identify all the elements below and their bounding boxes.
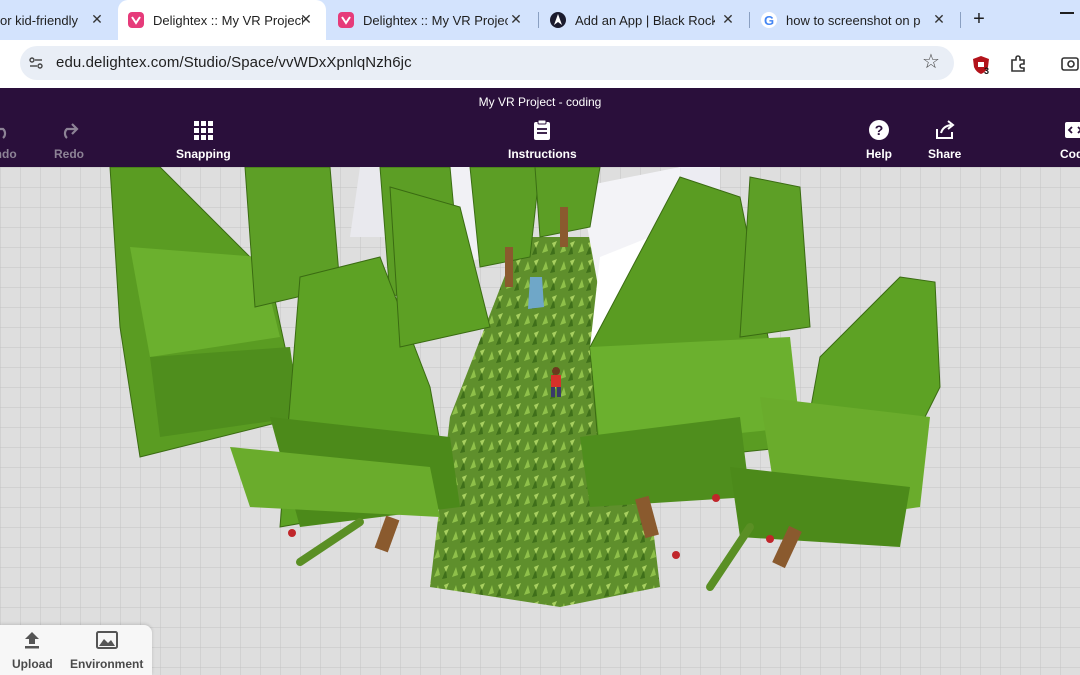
search-tabs-icon[interactable] xyxy=(1060,54,1080,74)
site-info-icon[interactable] xyxy=(28,55,44,71)
share-icon xyxy=(935,120,955,139)
svg-text:?: ? xyxy=(875,122,884,138)
instructions-button[interactable]: Instructions xyxy=(508,118,577,161)
close-tab-icon[interactable]: ✕ xyxy=(89,11,105,27)
tab-title: how to screenshot on pc xyxy=(786,12,921,28)
app-header: My VR Project - coding Undo Redo Snappin… xyxy=(0,88,1080,167)
extensions-puzzle-icon[interactable] xyxy=(1008,54,1028,74)
close-tab-icon[interactable]: ✕ xyxy=(508,11,524,27)
minimize-window-icon[interactable] xyxy=(1060,12,1074,14)
tab-separator xyxy=(749,12,750,28)
url-text[interactable]: edu.delightex.com/Studio/Space/vvWDxXpnl… xyxy=(56,54,412,71)
code-label: Code xyxy=(1060,147,1080,161)
close-tab-icon[interactable]: ✕ xyxy=(931,11,947,27)
clipboard-icon xyxy=(534,119,551,140)
browser-tab[interactable]: or kid-friendly ✕ xyxy=(0,0,118,40)
browser-tab-strip: or kid-friendly ✕ Delightex :: My VR Pro… xyxy=(0,0,1080,40)
tab-title: Delightex :: My VR Project xyxy=(153,12,303,28)
tab-title: or kid-friendly xyxy=(0,12,79,28)
redo-icon xyxy=(63,123,79,139)
extension-badge: 3 xyxy=(984,66,990,76)
share-button[interactable]: Share xyxy=(928,118,961,161)
blue-crystal xyxy=(528,277,544,309)
tab-separator xyxy=(960,12,961,28)
code-icon xyxy=(1065,122,1080,138)
browser-tab[interactable]: G how to screenshot on pc ✕ xyxy=(751,0,959,40)
environment-button[interactable]: Environment xyxy=(70,629,143,671)
browser-tab[interactable]: Delightex :: My VR Project ✕ xyxy=(328,0,536,40)
grid-icon xyxy=(194,121,214,140)
redo-button[interactable]: Redo xyxy=(54,118,84,161)
tab-title: Add an App | Black Rocket xyxy=(575,12,715,28)
instructions-label: Instructions xyxy=(508,147,577,161)
undo-label: Undo xyxy=(0,147,17,161)
bookmark-star-icon[interactable]: ☆ xyxy=(920,51,942,73)
upload-label: Upload xyxy=(12,657,53,671)
delightex-icon xyxy=(338,12,354,28)
code-button[interactable]: Code xyxy=(1060,118,1080,161)
redo-label: Redo xyxy=(54,147,84,161)
snapping-label: Snapping xyxy=(176,147,231,161)
share-label: Share xyxy=(928,147,962,161)
browser-toolbar: edu.delightex.com/Studio/Space/vvWDxXpnl… xyxy=(0,40,1080,88)
3d-scene-viewport[interactable] xyxy=(0,167,1080,675)
upload-icon xyxy=(25,632,40,649)
project-title: My VR Project - coding xyxy=(478,95,602,109)
undo-button[interactable]: Undo xyxy=(0,118,17,161)
help-icon: ? xyxy=(869,120,889,140)
google-icon: G xyxy=(761,12,777,28)
close-tab-icon[interactable]: ✕ xyxy=(720,11,736,27)
undo-icon xyxy=(0,127,7,139)
new-tab-button[interactable]: + xyxy=(968,8,990,30)
upload-button[interactable]: Upload xyxy=(12,629,53,671)
environment-label: Environment xyxy=(70,657,144,671)
landscape-icon xyxy=(95,631,118,649)
black-rocket-icon xyxy=(550,12,566,28)
bottom-dock: Upload Environment xyxy=(0,625,152,675)
browser-tab-active[interactable]: Delightex :: My VR Project ✕ xyxy=(118,0,326,40)
browser-tab[interactable]: Add an App | Black Rocket ✕ xyxy=(540,0,748,40)
delightex-icon xyxy=(128,12,144,28)
snapping-button[interactable]: Snapping xyxy=(176,118,231,161)
close-tab-icon[interactable]: ✕ xyxy=(298,11,314,27)
address-bar[interactable]: edu.delightex.com/Studio/Space/vvWDxXpnl… xyxy=(20,46,954,80)
help-label: Help xyxy=(866,147,893,161)
forest-scene xyxy=(0,167,1080,675)
tab-separator xyxy=(538,12,539,28)
tab-title: Delightex :: My VR Project xyxy=(363,12,508,28)
help-button[interactable]: ? Help xyxy=(866,118,892,161)
